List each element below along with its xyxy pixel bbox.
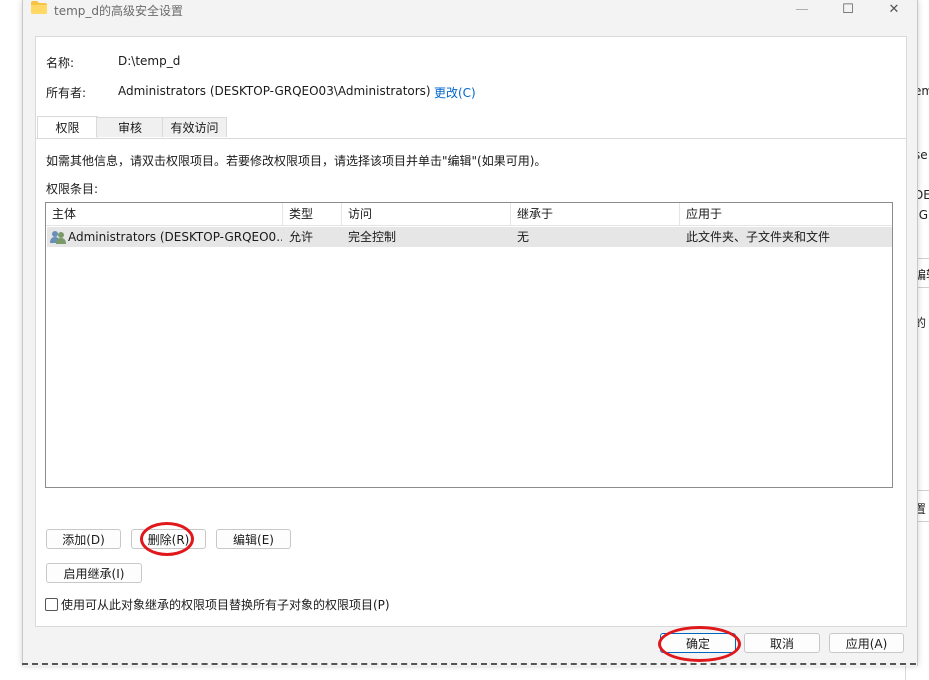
title-bar[interactable]: temp_d的高级安全设置 — ☐ ✕ (23, 0, 917, 20)
column-header-principal[interactable]: 主体 (46, 203, 283, 225)
column-header-applies-to[interactable]: 应用于 (680, 203, 892, 225)
column-header-access[interactable]: 访问 (342, 203, 511, 225)
name-label: 名称: (46, 56, 75, 70)
advanced-security-settings-dialog: temp_d的高级安全设置 — ☐ ✕ 名称: D:\temp_d 所有者: A… (22, 0, 918, 666)
owner-label: 所有者: (46, 86, 87, 100)
edit-button[interactable]: 编辑(E) (216, 529, 291, 549)
tab-auditing[interactable]: 审核 (96, 117, 164, 137)
user-group-icon (50, 231, 66, 244)
info-text: 如需其他信息，请双击权限项目。若要修改权限项目，请选择该项目并单击"编辑"(如果… (46, 154, 547, 168)
tab-strip: 权限 审核 有效访问 (36, 116, 906, 139)
permission-entries-table[interactable]: 主体 类型 访问 继承于 应用于 Administrators (DESKTOP… (45, 202, 893, 488)
replace-child-permissions-label: 使用可从此对象继承的权限项目替换所有子对象的权限项目(P) (61, 598, 390, 612)
column-header-type[interactable]: 类型 (283, 203, 342, 225)
tab-permissions[interactable]: 权限 (37, 116, 98, 138)
window-title: temp_d的高级安全设置 (54, 4, 184, 18)
enable-inheritance-button[interactable]: 启用继承(I) (46, 563, 142, 583)
cell-applies-to: 此文件夹、子文件夹和文件 (686, 230, 831, 244)
minimize-button[interactable]: — (779, 0, 825, 18)
change-owner-link[interactable]: 更改(C) (434, 84, 476, 101)
cell-access: 完全控制 (348, 230, 397, 244)
owner-value: Administrators (DESKTOP-GRQEO03\Administ… (118, 84, 431, 98)
replace-child-permissions-checkbox[interactable] (45, 598, 58, 611)
permission-entries-label: 权限条目: (46, 182, 99, 196)
table-row[interactable]: Administrators (DESKTOP-GRQEO0... 允许 完全控… (47, 227, 892, 247)
ok-button[interactable]: 确定 (660, 633, 736, 653)
cancel-button[interactable]: 取消 (744, 633, 820, 653)
cell-type: 允许 (289, 230, 314, 244)
table-header: 主体 类型 访问 继承于 应用于 (46, 203, 892, 226)
column-header-inherited-from[interactable]: 继承于 (511, 203, 680, 225)
add-button[interactable]: 添加(D) (46, 529, 121, 549)
content-panel: 名称: D:\temp_d 所有者: Administrators (DESKT… (35, 36, 907, 627)
name-value: D:\temp_d (118, 54, 181, 68)
bottom-border-decoration (22, 663, 916, 668)
folder-icon (31, 1, 47, 14)
cell-principal: Administrators (DESKTOP-GRQEO0... (68, 230, 282, 244)
apply-button[interactable]: 应用(A) (829, 633, 904, 653)
maximize-button[interactable]: ☐ (825, 0, 871, 18)
cell-inherited-from: 无 (517, 230, 530, 244)
remove-button[interactable]: 删除(R) (131, 529, 206, 549)
close-button[interactable]: ✕ (871, 0, 917, 18)
tab-effective-access[interactable]: 有效访问 (162, 117, 227, 137)
